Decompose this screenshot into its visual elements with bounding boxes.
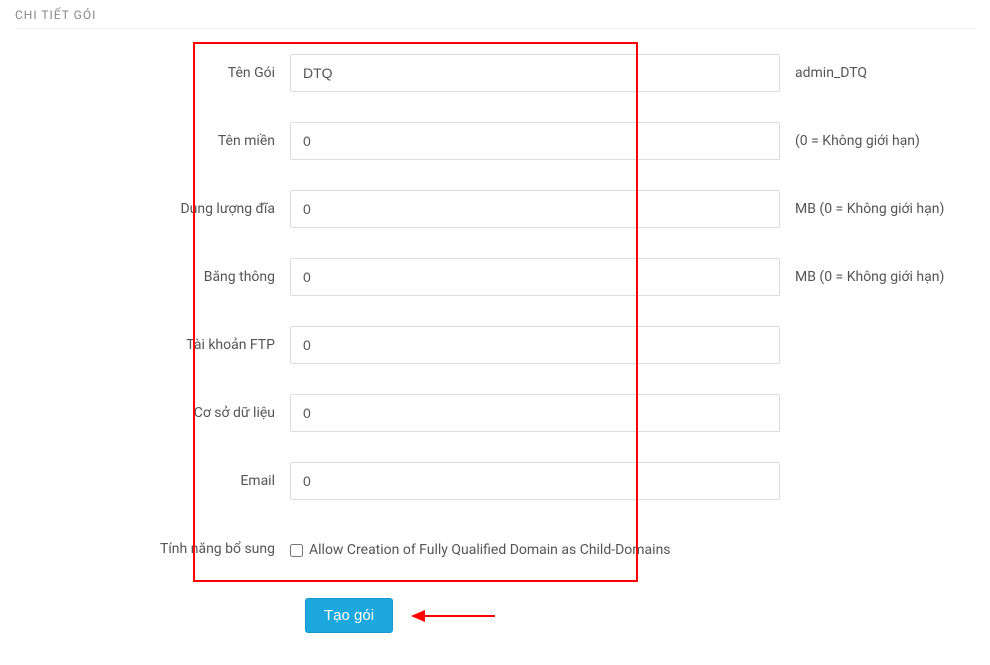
bandwidth-input[interactable] (290, 258, 780, 296)
disk-space-input[interactable] (290, 190, 780, 228)
row-disk-space: Dung lượng đĩa MB (0 = Không giới hạn) (15, 190, 975, 228)
row-features: Tính năng bổ sung Allow Creation of Full… (15, 530, 975, 568)
database-input[interactable] (290, 394, 780, 432)
create-package-button[interactable]: Tạo gói (305, 598, 393, 633)
label-database: Cơ sở dữ liệu (15, 405, 290, 421)
package-name-input[interactable] (290, 54, 780, 92)
panel-title: CHI TIẾT GÓI (15, 0, 975, 29)
allow-child-domains-checkbox[interactable] (290, 544, 303, 557)
label-ftp: Tài khoản FTP (15, 337, 290, 353)
arrow-left-icon (411, 610, 425, 622)
hint-bandwidth: MB (0 = Không giới hạn) (780, 269, 975, 285)
hint-domain: (0 = Không giới hạn) (780, 133, 975, 149)
label-features: Tính năng bổ sung (15, 541, 290, 557)
label-domain: Tên miền (15, 133, 290, 149)
ftp-input[interactable] (290, 326, 780, 364)
label-package-name: Tên Gói (15, 65, 290, 81)
label-bandwidth: Băng thông (15, 269, 290, 285)
label-disk-space: Dung lượng đĩa (15, 201, 290, 217)
label-email: Email (15, 473, 290, 489)
row-ftp: Tài khoản FTP (15, 326, 975, 364)
email-input[interactable] (290, 462, 780, 500)
row-package-name: Tên Gói admin_DTQ (15, 54, 975, 92)
hint-package-name: admin_DTQ (780, 65, 975, 81)
hint-disk-space: MB (0 = Không giới hạn) (780, 201, 975, 217)
domain-input[interactable] (290, 122, 780, 160)
allow-child-domains-label: Allow Creation of Fully Qualified Domain… (309, 542, 671, 558)
row-database: Cơ sở dữ liệu (15, 394, 975, 432)
row-domain: Tên miền (0 = Không giới hạn) (15, 122, 975, 160)
package-form: Tên Gói admin_DTQ Tên miền (0 = Không gi… (15, 29, 975, 633)
row-bandwidth: Băng thông MB (0 = Không giới hạn) (15, 258, 975, 296)
arrow-annotation (411, 610, 495, 622)
row-email: Email (15, 462, 975, 500)
